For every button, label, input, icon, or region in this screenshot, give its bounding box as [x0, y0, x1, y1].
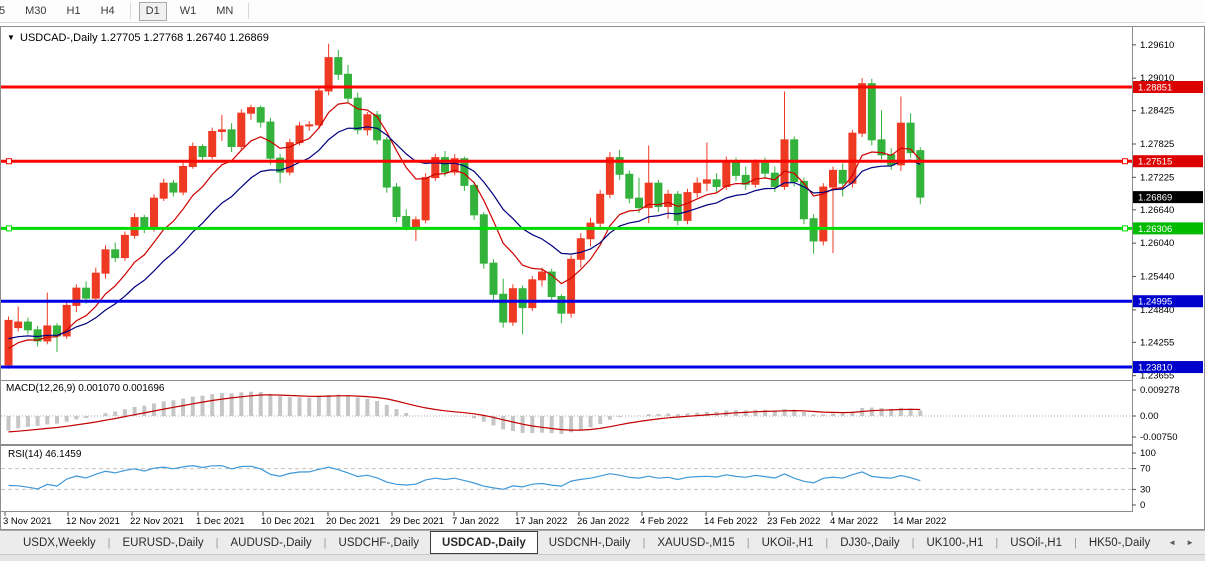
svg-text:22 Nov 2021: 22 Nov 2021 [130, 516, 184, 527]
svg-text:14 Mar 2022: 14 Mar 2022 [893, 516, 946, 527]
panel-frames [1, 26, 1205, 530]
svg-text:1.23810: 1.23810 [1138, 363, 1172, 374]
svg-text:23 Feb 2022: 23 Feb 2022 [767, 516, 820, 527]
svg-text:26 Jan 2022: 26 Jan 2022 [577, 516, 629, 527]
svg-text:1.27515: 1.27515 [1138, 157, 1172, 168]
tab-eurusd-daily[interactable]: EURUSD-,Daily [112, 531, 215, 554]
current-price-badge: 1.26869 [1133, 191, 1203, 204]
timeframe-button-5[interactable]: 5 [0, 2, 12, 21]
svg-text:1.24995: 1.24995 [1138, 297, 1172, 308]
svg-text:1.28851: 1.28851 [1138, 83, 1172, 94]
tab-hk50-daily[interactable]: HK50-,Daily [1078, 531, 1161, 554]
price-badge-1.27515: 1.27515 [1133, 155, 1203, 168]
symbol-tab-bar: USDX,Weekly|EURUSD-,Daily|AUDUSD-,Daily|… [0, 530, 1205, 554]
svg-text:0: 0 [1140, 500, 1145, 511]
svg-text:3 Nov 2021: 3 Nov 2021 [3, 516, 52, 527]
tab-usdcnh-daily[interactable]: USDCNH-,Daily [538, 531, 642, 554]
svg-text:1.26306: 1.26306 [1138, 224, 1172, 235]
svg-text:1.25440: 1.25440 [1140, 272, 1174, 283]
macd-label: MACD(12,26,9) 0.001070 0.001696 [6, 383, 165, 394]
svg-text:1.29610: 1.29610 [1140, 40, 1174, 51]
chart-title-text: USDCAD-,Daily 1.27705 1.27768 1.26740 1.… [20, 32, 269, 44]
chart-surface[interactable]: 1.296101.290101.284251.278251.272251.266… [0, 0, 1205, 561]
tab-ukoil-h1[interactable]: UKOil-,H1 [751, 531, 825, 554]
chart-menu-icon[interactable]: ▼ [7, 33, 15, 42]
trading-terminal-window: { "toolbar": { "timeframes": [ {"label":… [0, 0, 1205, 561]
window-bottom-strip [0, 554, 1205, 561]
tab-xauusd-m15[interactable]: XAUUSD-,M15 [646, 531, 745, 554]
svg-text:100: 100 [1140, 448, 1156, 459]
svg-text:4 Feb 2022: 4 Feb 2022 [640, 516, 688, 527]
toolbar-separator [130, 3, 131, 19]
tab-dj30-daily[interactable]: DJ30-,Daily [829, 531, 910, 554]
timeframe-button-m30[interactable]: M30 [18, 2, 53, 21]
svg-text:0.00: 0.00 [1140, 411, 1159, 422]
price-badge-1.23810: 1.23810 [1133, 361, 1203, 374]
rsi-label: RSI(14) 46.1459 [8, 449, 82, 460]
tab-usdcad-daily[interactable]: USDCAD-,Daily [430, 531, 538, 554]
tab-usoil-h1[interactable]: USOil-,H1 [999, 531, 1073, 554]
tabs-scroll-right-icon[interactable]: ► [1181, 535, 1199, 550]
svg-text:29 Dec 2021: 29 Dec 2021 [390, 516, 444, 527]
timeframe-button-d1[interactable]: D1 [139, 2, 167, 21]
svg-text:20 Dec 2021: 20 Dec 2021 [326, 516, 380, 527]
svg-text:12 Nov 2021: 12 Nov 2021 [66, 516, 120, 527]
timeframe-toolbar: 5 M30 H1 H4 D1 W1 MN [0, 0, 1205, 23]
tab-usdchf-daily[interactable]: USDCHF-,Daily [328, 531, 431, 554]
price-badge-1.24995: 1.24995 [1133, 295, 1203, 308]
svg-text:1.24255: 1.24255 [1140, 337, 1174, 348]
svg-text:1.26640: 1.26640 [1140, 205, 1174, 216]
price-badge-1.28851: 1.28851 [1133, 81, 1203, 94]
svg-text:7 Jan 2022: 7 Jan 2022 [452, 516, 499, 527]
svg-text:1.27225: 1.27225 [1140, 172, 1174, 183]
svg-text:1.26869: 1.26869 [1138, 193, 1172, 204]
svg-text:1.26040: 1.26040 [1140, 238, 1174, 249]
tab-audusd-daily[interactable]: AUDUSD-,Daily [220, 531, 323, 554]
timeframe-button-mn[interactable]: MN [209, 2, 240, 21]
tab-uk100-h1[interactable]: UK100-,H1 [916, 531, 995, 554]
timeframe-button-h1[interactable]: H1 [60, 2, 88, 21]
tabs-scroll-left-icon[interactable]: ◄ [1163, 535, 1181, 550]
tab-usdx-weekly[interactable]: USDX,Weekly [12, 531, 107, 554]
chart-title: ▼ USDCAD-,Daily 1.27705 1.27768 1.26740 1… [7, 32, 269, 44]
timeframe-button-h4[interactable]: H4 [94, 2, 122, 21]
timeframe-button-w1[interactable]: W1 [173, 2, 204, 21]
svg-text:1.27825: 1.27825 [1140, 139, 1174, 150]
tab-scroll-arrows: ◄► [1163, 531, 1205, 554]
svg-text:1.28425: 1.28425 [1140, 106, 1174, 117]
toolbar-separator [248, 3, 249, 19]
svg-text:4 Mar 2022: 4 Mar 2022 [830, 516, 878, 527]
svg-text:17 Jan 2022: 17 Jan 2022 [515, 516, 567, 527]
svg-text:70: 70 [1140, 464, 1151, 475]
price-badge-1.26306: 1.26306 [1133, 222, 1203, 235]
svg-text:-0.00750: -0.00750 [1140, 432, 1178, 443]
svg-text:10 Dec 2021: 10 Dec 2021 [261, 516, 315, 527]
svg-text:0.009278: 0.009278 [1140, 385, 1180, 396]
svg-text:30: 30 [1140, 484, 1151, 495]
svg-text:14 Feb 2022: 14 Feb 2022 [704, 516, 757, 527]
svg-text:1 Dec 2021: 1 Dec 2021 [196, 516, 245, 527]
